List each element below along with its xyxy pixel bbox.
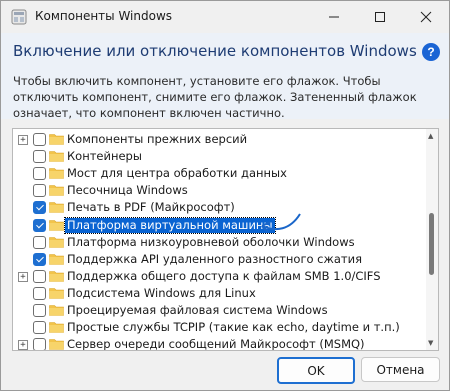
header-title: Включение или отключение компонентов Win… [13, 42, 417, 60]
feature-checkbox[interactable] [33, 235, 46, 249]
window-title: Компоненты Windows [35, 9, 173, 23]
feature-checkbox[interactable] [33, 133, 46, 146]
feature-row[interactable]: Контейнеры [13, 148, 425, 165]
maximize-icon [375, 12, 385, 22]
maximize-button[interactable] [357, 1, 403, 33]
feature-row[interactable]: Платформа виртуальной машины [13, 216, 425, 234]
close-icon [420, 11, 432, 23]
feature-label: Компоненты прежних версий [67, 132, 248, 146]
folder-icon [49, 151, 64, 162]
feature-row[interactable]: Простые службы TCPIP (такие как echo, da… [13, 319, 425, 336]
feature-checkbox[interactable] [33, 167, 46, 181]
feature-label: Поддержка общего доступа к файлам SMB 1.… [67, 268, 381, 283]
features-tree[interactable]: + Сервер очереди сообщений Майкрософт (MS… [12, 128, 439, 351]
feature-checkbox[interactable] [33, 304, 46, 317]
feature-checkbox[interactable] [33, 269, 46, 283]
feature-label: Платформа виртуальной машины [64, 216, 276, 234]
feature-label: Печать в PDF (Майкрософт) [67, 200, 235, 215]
feature-checkbox[interactable] [33, 286, 46, 300]
folder-icon [49, 270, 64, 282]
feature-label: Проецируемая файловая система Windows [67, 303, 328, 317]
feature-checkbox[interactable] [33, 150, 46, 164]
scrollbar-thumb[interactable] [429, 213, 434, 275]
feature-checkbox[interactable] [33, 338, 46, 350]
feature-row[interactable]: + Сервер очереди сообщений Майкрософт (MS… [13, 336, 425, 351]
ok-button[interactable]: OK [277, 357, 355, 384]
cancel-button[interactable]: Отмена [361, 357, 440, 382]
folder-icon [49, 168, 64, 179]
feature-checkbox[interactable] [33, 218, 46, 232]
folder-icon [49, 185, 64, 197]
tree-scrollbar[interactable]: ▲ ▼ [426, 129, 438, 350]
feature-checkbox[interactable] [33, 252, 46, 266]
close-button[interactable] [403, 1, 449, 33]
scroll-up-icon[interactable]: ▲ [428, 132, 433, 140]
expand-icon[interactable]: + [18, 271, 28, 282]
folder-icon [49, 305, 64, 316]
feature-label: Песочница Windows [67, 183, 188, 198]
feature-label: Подсистема Windows для Linux [67, 285, 256, 300]
minimize-button[interactable] [311, 1, 357, 33]
folder-icon [49, 236, 64, 248]
feature-label: Платформа низкоуровневой оболочки Window… [67, 234, 355, 249]
minimize-icon [329, 16, 339, 18]
feature-checkbox[interactable] [33, 184, 46, 198]
feature-row[interactable]: Мост для центра обработки данных [13, 165, 425, 182]
folder-icon [49, 339, 64, 350]
folder-icon [49, 202, 64, 214]
feature-row[interactable]: Песочница Windows [13, 182, 425, 199]
folder-icon [49, 253, 64, 265]
folder-icon [49, 134, 64, 145]
app-icon [11, 9, 27, 25]
feature-label: Простые службы TCPIP (такие как echo, da… [67, 320, 400, 335]
scroll-down-icon[interactable]: ▼ [428, 339, 433, 347]
feature-label: Сервер очереди сообщений Майкрософт (MSM… [67, 337, 365, 351]
help-icon[interactable]: ? [422, 43, 440, 61]
feature-label: Контейнеры [67, 149, 142, 164]
feature-row[interactable]: + Компоненты прежних версий [13, 131, 425, 148]
expand-icon[interactable]: + [18, 135, 28, 145]
dialog-window: Компоненты Windows Включение или отключе… [0, 0, 450, 391]
feature-row[interactable]: Платформа низкоуровневой оболочки Window… [13, 234, 425, 251]
dialog-header: Включение или отключение компонентов Win… [1, 33, 449, 120]
feature-row[interactable]: Подсистема Windows для Linux [13, 285, 425, 302]
feature-row[interactable]: Проецируемая файловая система Windows [13, 302, 425, 319]
folder-icon [49, 219, 64, 231]
feature-row[interactable]: + Поддержка общего доступа к файлам SMB 1… [13, 268, 425, 285]
title-bar[interactable]: Компоненты Windows [1, 1, 449, 33]
feature-row[interactable]: Поддержка API удаленного разностного сжа… [13, 251, 425, 268]
feature-label: Мост для центра обработки данных [67, 166, 287, 181]
folder-icon [49, 322, 64, 333]
header-description: Чтобы включить компонент, установите его… [13, 74, 417, 120]
expand-icon[interactable]: + [18, 340, 28, 350]
feature-checkbox[interactable] [33, 321, 46, 335]
feature-checkbox[interactable] [33, 201, 46, 215]
feature-label: Поддержка API удаленного разностного сжа… [67, 251, 363, 266]
folder-icon [49, 288, 64, 299]
feature-row[interactable]: Печать в PDF (Майкрософт) [13, 199, 425, 216]
